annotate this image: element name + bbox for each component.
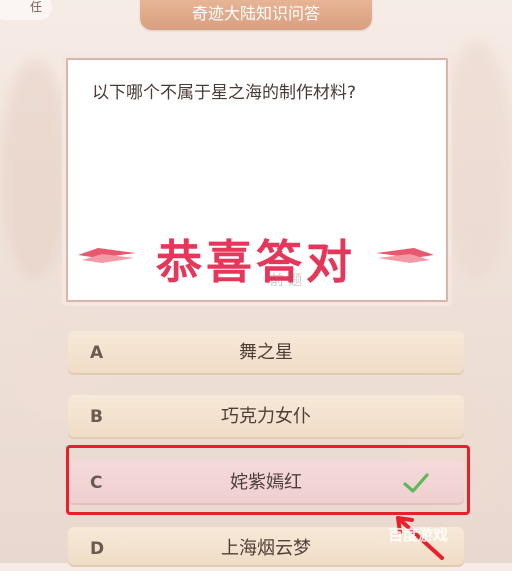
banner-right-wing-icon bbox=[376, 248, 434, 263]
background-decor bbox=[442, 40, 512, 280]
quiz-title: 奇迹大陆知识问答 bbox=[140, 0, 372, 30]
option-text: 巧克力女仆 bbox=[221, 406, 311, 427]
banner-left-wing-icon bbox=[78, 248, 136, 263]
faded-subtitle: 前 题 bbox=[269, 273, 303, 289]
option-b[interactable]: B 巧克力女仆 bbox=[68, 395, 464, 439]
correct-answer-banner: 恭喜答对 前 题 bbox=[76, 222, 436, 292]
answer-highlight-box bbox=[66, 445, 470, 515]
background-decor bbox=[0, 60, 70, 280]
watermark: 百度游戏 bbox=[388, 526, 449, 544]
top-left-pill[interactable]: 任 bbox=[0, 0, 52, 20]
question-text: 以下哪个不属于星之海的制作材料? bbox=[92, 83, 357, 103]
option-a[interactable]: A 舞之星 bbox=[68, 331, 464, 375]
option-text: 舞之星 bbox=[239, 342, 293, 363]
